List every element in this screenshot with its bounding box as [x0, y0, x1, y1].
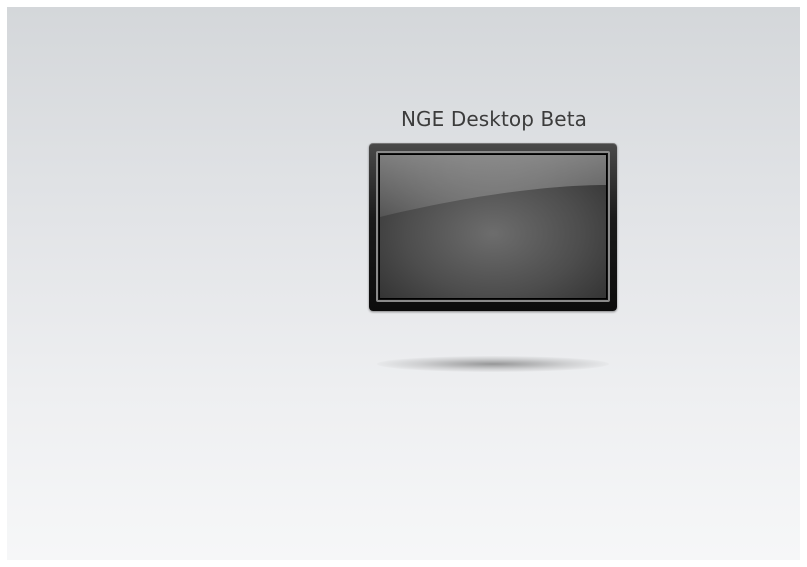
desktop-canvas: NGE Desktop Beta [7, 7, 800, 560]
monitor-bezel [376, 151, 610, 302]
device-title: NGE Desktop Beta [400, 107, 587, 131]
screen-glare [380, 155, 606, 217]
monitor-screen [380, 155, 606, 298]
monitor-floor-shadow [377, 356, 609, 372]
monitor-icon[interactable] [369, 143, 617, 311]
